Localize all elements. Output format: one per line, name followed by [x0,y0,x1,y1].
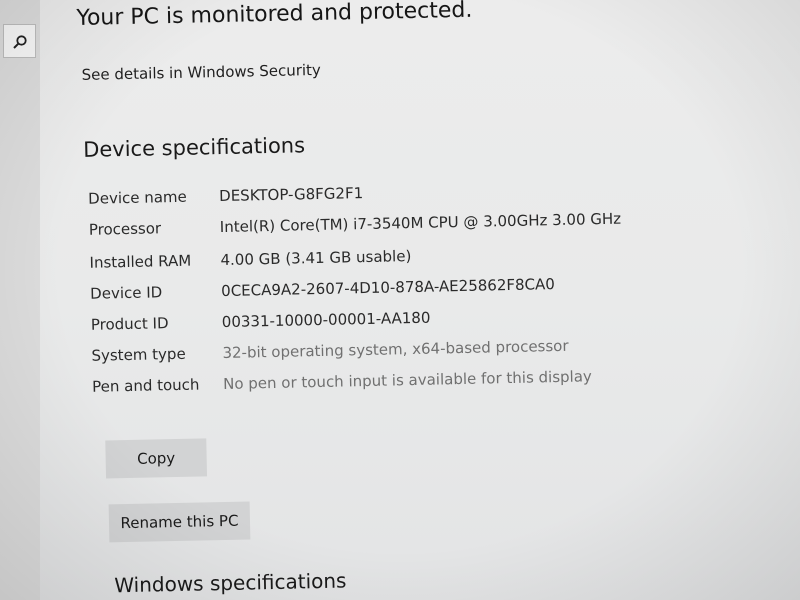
spec-value: 00331-10000-00001-AA180 [221,308,431,332]
spec-row-pen-and-touch: Pen and touch No pen or touch input is a… [92,364,692,397]
spec-row-system-type: System type 32-bit operating system, x64… [91,333,691,366]
screen: Your PC is monitored and protected. See … [0,0,800,600]
spec-label: Pen and touch [91,375,200,396]
rename-pc-button[interactable]: Rename this PC [108,501,251,543]
spec-row-installed-ram: Installed RAM 4.00 GB (3.41 GB usable) [89,240,689,273]
search-button[interactable] [3,24,36,58]
spec-row-device-id: Device ID 0CECA9A2-2607-4D10-878A-AE2586… [90,271,690,304]
spec-value: No pen or touch input is available for t… [222,367,592,394]
windows-specifications-heading: Windows specifications [114,568,347,598]
spec-label: Processor [88,219,162,239]
spec-label: Product ID [90,314,169,334]
spec-value: 0CECA9A2-2607-4D10-878A-AE25862F8CA0 [220,275,556,301]
left-side-strip [0,0,40,600]
spec-value: 32-bit operating system, x64-based proce… [222,336,569,363]
search-icon [13,35,27,49]
spec-row-device-name: Device name DESKTOP-G8FG2F1 [88,176,688,209]
spec-value: Intel(R) Core(TM) i7-3540M CPU @ 3.00GHz… [219,209,622,237]
spec-label: Installed RAM [89,251,192,272]
spec-label: Device ID [90,283,163,303]
device-specifications-heading: Device specifications [82,133,306,162]
spec-value: DESKTOP-G8FG2F1 [218,184,364,206]
spec-label: System type [91,344,186,365]
copy-button[interactable]: Copy [105,438,208,479]
spec-value: 4.00 GB (3.41 GB usable) [220,247,412,270]
spec-row-product-id: Product ID 00331-10000-00001-AA180 [91,302,691,335]
windows-security-link[interactable]: See details in Windows Security [81,61,321,84]
device-specifications-table: Device name DESKTOP-G8FG2F1 Processor In… [88,176,692,408]
spec-label: Device name [88,187,187,208]
protection-status-title: Your PC is monitored and protected. [76,0,473,31]
spec-row-processor: Processor Intel(R) Core(TM) i7-3540M CPU… [89,207,689,242]
